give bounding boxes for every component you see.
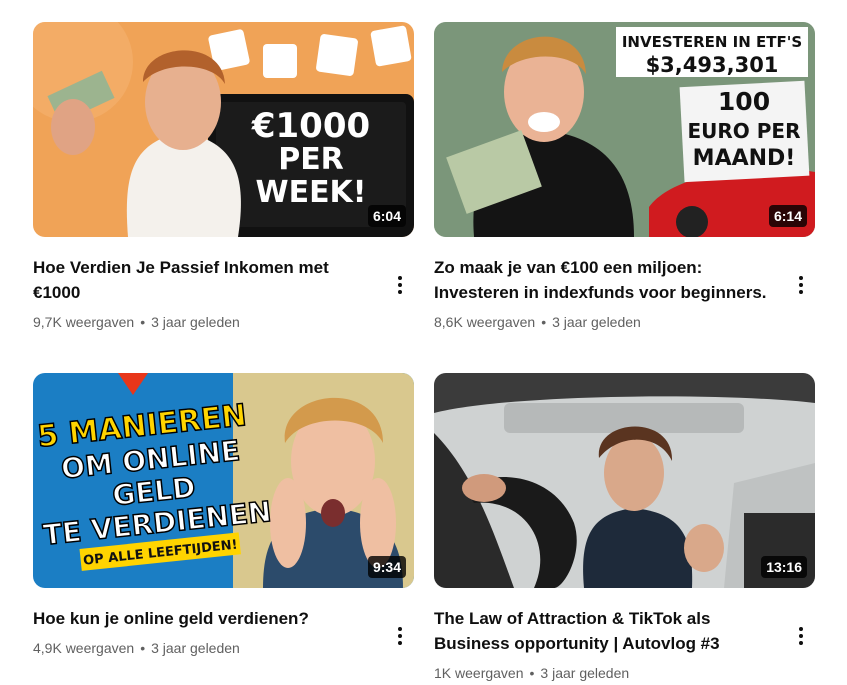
thumbnail-caption: 100 <box>718 87 770 116</box>
video-stats: 9,7K weergaven • 3 jaar geleden <box>33 313 374 331</box>
video-meta: Zo maak je van €100 een miljoen: Investe… <box>434 255 815 331</box>
thumbnail-caption: WEEK! <box>255 175 366 210</box>
separator: • <box>140 640 146 656</box>
separator: • <box>529 665 535 681</box>
view-count: 9,7K weergaven <box>33 314 135 330</box>
video-title[interactable]: Hoe Verdien Je Passief Inkomen met €1000 <box>33 255 374 305</box>
video-stats: 1K weergaven • 3 jaar geleden <box>434 664 775 682</box>
thumbnail-caption: PER <box>278 142 344 177</box>
more-vert-icon[interactable] <box>388 624 412 648</box>
video-stats: 8,6K weergaven • 3 jaar geleden <box>434 313 775 331</box>
separator: • <box>140 314 146 330</box>
thumbnail-caption: €1000 <box>251 106 370 146</box>
more-vert-icon[interactable] <box>789 273 813 297</box>
video-title[interactable]: Zo maak je van €100 een miljoen: Investe… <box>434 255 775 305</box>
duration-badge: 9:34 <box>367 556 406 578</box>
view-count: 1K weergaven <box>434 665 524 681</box>
duration-badge: 6:14 <box>768 205 807 227</box>
video-card[interactable]: 5 MANIEREN OM ONLINE GELD TE VERDIENEN O… <box>33 373 414 657</box>
video-title[interactable]: The Law of Attraction & TikTok als Busin… <box>434 606 775 656</box>
video-thumbnail[interactable]: INVESTEREN IN ETF'S $3,493,301 100 EURO … <box>434 22 815 237</box>
upload-age: 3 jaar geleden <box>552 314 641 330</box>
thumbnail-image: 5 MANIEREN OM ONLINE GELD TE VERDIENEN O… <box>33 373 414 588</box>
thumbnail-caption: $3,493,301 <box>646 53 779 77</box>
video-thumbnail[interactable]: 13:16 <box>434 373 815 588</box>
thumbnail-image: INVESTEREN IN ETF'S $3,493,301 100 EURO … <box>434 22 815 237</box>
thumbnail-caption: EURO PER <box>688 119 801 143</box>
view-count: 8,6K weergaven <box>434 314 536 330</box>
video-thumbnail[interactable]: 5 MANIEREN OM ONLINE GELD TE VERDIENEN O… <box>33 373 414 588</box>
video-meta: Hoe kun je online geld verdienen? 4,9K w… <box>33 606 414 657</box>
video-stats: 4,9K weergaven • 3 jaar geleden <box>33 639 374 657</box>
more-vert-icon[interactable] <box>388 273 412 297</box>
thumbnail-caption: MAAND! <box>693 146 796 171</box>
video-meta: The Law of Attraction & TikTok als Busin… <box>434 606 815 682</box>
video-card[interactable]: INVESTEREN IN ETF'S $3,493,301 100 EURO … <box>434 22 815 331</box>
separator: • <box>541 314 547 330</box>
upload-age: 3 jaar geleden <box>151 640 240 656</box>
video-card[interactable]: 13:16 The Law of Attraction & TikTok als… <box>434 373 815 682</box>
upload-age: 3 jaar geleden <box>151 314 240 330</box>
duration-badge: 6:04 <box>367 205 406 227</box>
thumbnail-caption: INVESTEREN IN ETF'S <box>622 33 802 51</box>
thumbnail-image <box>434 373 815 588</box>
video-title[interactable]: Hoe kun je online geld verdienen? <box>33 606 374 631</box>
video-card[interactable]: €1000 PER WEEK! 6:04 Hoe Verdien Je Pass… <box>33 22 414 331</box>
upload-age: 3 jaar geleden <box>540 665 630 681</box>
more-vert-icon[interactable] <box>789 624 813 648</box>
thumbnail-image: €1000 PER WEEK! <box>33 22 414 237</box>
duration-badge: 13:16 <box>761 556 807 578</box>
view-count: 4,9K weergaven <box>33 640 135 656</box>
video-thumbnail[interactable]: €1000 PER WEEK! 6:04 <box>33 22 414 237</box>
video-meta: Hoe Verdien Je Passief Inkomen met €1000… <box>33 255 414 331</box>
